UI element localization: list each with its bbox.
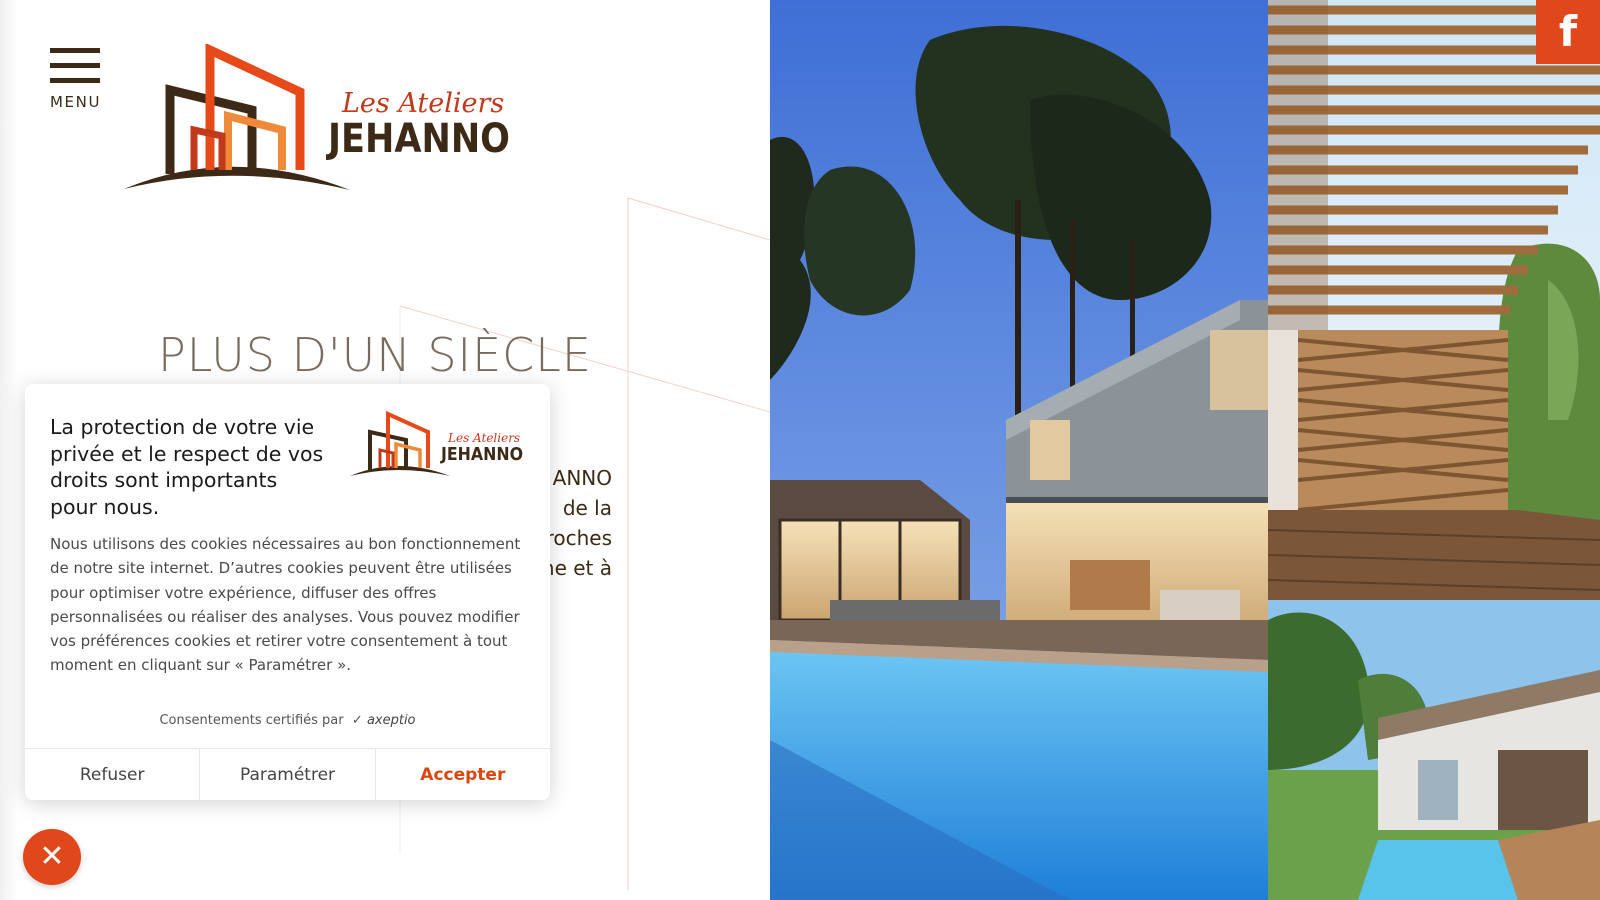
cookie-certification: Consentements certifiés par ✓ axeptio [25, 713, 550, 728]
body-text-fragment: roches [545, 526, 612, 550]
refuse-button[interactable]: Refuser [25, 749, 201, 800]
menu-button[interactable]: MENU [50, 48, 102, 112]
accept-button[interactable]: Accepter [375, 749, 550, 800]
body-text-fragment: ANNO [552, 466, 612, 490]
logo-text-bottom: JEHANNO [325, 116, 510, 162]
cookie-close-button[interactable]: ✕ [23, 829, 81, 885]
logo-text-top: Les Ateliers [341, 88, 504, 119]
cookie-description: Nous utilisons des cookies nécessaires a… [50, 535, 521, 675]
cookie-logo: Les Ateliers JEHANNO [350, 410, 523, 476]
body-text-fragment: de la [562, 496, 612, 520]
cookie-title: La protection de votre vie privée et le … [50, 415, 324, 519]
hamburger-line-icon [50, 78, 100, 83]
cookie-logo-text-bottom: JEHANNO [439, 444, 523, 465]
hero-title: PLUS D'UN SIÈCLE [158, 328, 592, 382]
menu-label: MENU [50, 93, 102, 111]
body-text-fragment: ne et à [541, 556, 612, 580]
photo-house-pool [770, 0, 1268, 900]
settings-button[interactable]: Paramétrer [200, 749, 376, 800]
close-icon: ✕ [39, 839, 65, 874]
axeptio-link[interactable]: axeptio [367, 713, 416, 728]
photo-house-lawn [1268, 600, 1600, 900]
cookie-consent-dialog: La protection de votre vie privée et le … [25, 384, 550, 800]
facebook-icon: f [1558, 7, 1578, 56]
cookie-logo-text-top: Les Ateliers [447, 431, 520, 445]
left-edge-shadow [0, 0, 18, 900]
facebook-button[interactable]: f [1536, 0, 1600, 64]
cookie-certified-label: Consentements certifiés par [159, 713, 344, 728]
photo-pergola [1268, 0, 1600, 600]
site-logo[interactable]: Les Ateliers JEHANNO [122, 44, 522, 194]
hamburger-line-icon [50, 63, 100, 68]
axeptio-check-icon: ✓ [347, 713, 363, 728]
hamburger-line-icon [50, 48, 100, 53]
cookie-actions: Refuser Paramétrer Accepter [25, 748, 550, 800]
